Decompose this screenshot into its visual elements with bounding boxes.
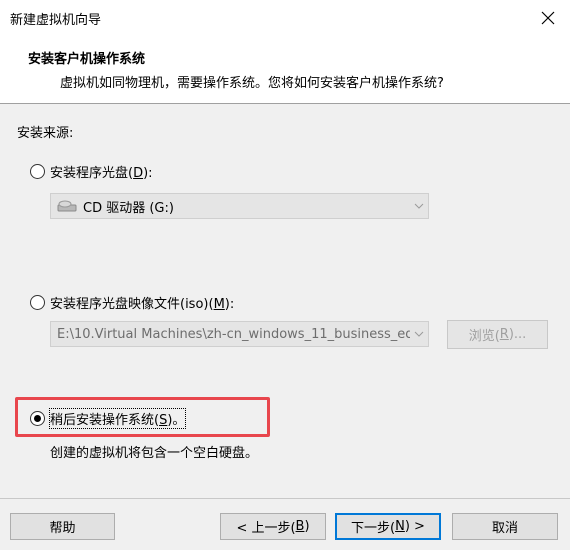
help-button[interactable]: 帮助	[10, 513, 115, 540]
wizard-header: 安装客户机操作系统 虚拟机如同物理机，需要操作系统。您将如何安装客户机操作系统?	[0, 36, 570, 104]
disc-drive-select[interactable]: CD 驱动器 (G:)	[50, 193, 429, 219]
window-title: 新建虚拟机向导	[10, 13, 102, 28]
radio-install-iso[interactable]: 安装程序光盘映像文件(iso)(M):	[30, 293, 234, 312]
browse-button[interactable]: 浏览(R)...	[447, 320, 548, 349]
page-title: 安装客户机操作系统	[28, 52, 146, 67]
radio-later-label: 稍后安装操作系统(S)。	[48, 408, 187, 429]
title-bar: 新建虚拟机向导	[0, 0, 570, 36]
next-button[interactable]: 下一步(N) >	[335, 513, 441, 540]
back-button[interactable]: < 上一步(B)	[220, 513, 326, 540]
disc-drive-icon	[57, 200, 77, 212]
radio-iso-indicator[interactable]	[30, 295, 45, 310]
iso-path-value: E:\10.Virtual Machines\zh-cn_windows_11_…	[57, 326, 410, 342]
cancel-button[interactable]: 取消	[452, 513, 558, 540]
later-description: 创建的虚拟机将包含一个空白硬盘。	[50, 446, 259, 461]
radio-install-later[interactable]: 稍后安装操作系统(S)。	[30, 408, 187, 429]
radio-disc-label: 安装程序光盘(D):	[50, 166, 153, 181]
close-icon[interactable]	[536, 6, 560, 30]
disc-drive-value: CD 驱动器 (G:)	[83, 200, 174, 216]
radio-iso-label: 安装程序光盘映像文件(iso)(M):	[50, 297, 235, 312]
page-subtitle: 虚拟机如同物理机，需要操作系统。您将如何安装客户机操作系统?	[60, 76, 444, 91]
chevron-down-icon[interactable]	[410, 203, 428, 209]
chevron-down-icon[interactable]	[410, 331, 428, 337]
iso-path-combo[interactable]: E:\10.Virtual Machines\zh-cn_windows_11_…	[50, 321, 429, 347]
radio-disc-indicator[interactable]	[30, 164, 45, 179]
footer-divider	[0, 498, 570, 499]
radio-install-disc[interactable]: 安装程序光盘(D):	[30, 162, 153, 181]
radio-later-indicator[interactable]	[30, 411, 45, 426]
install-source-label: 安装来源:	[17, 126, 74, 141]
